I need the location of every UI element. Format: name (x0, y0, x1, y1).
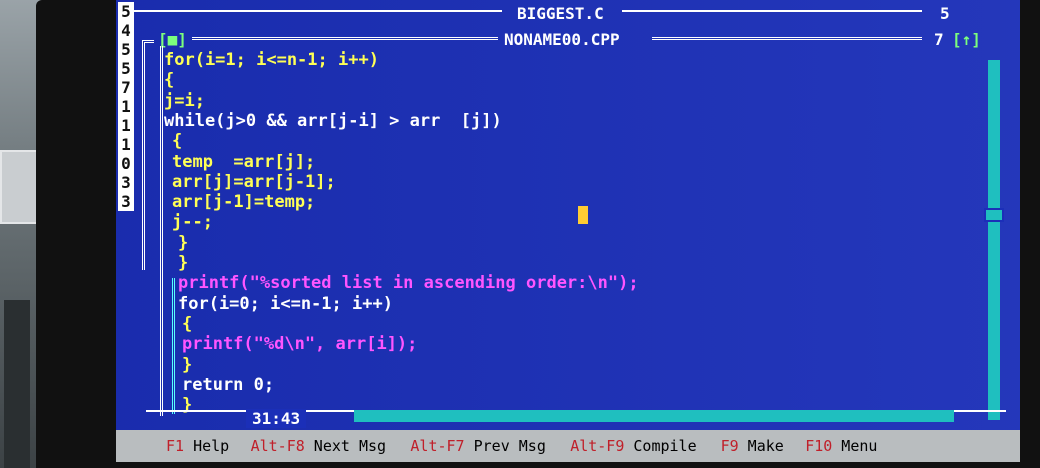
gutter-digit: 5 (121, 40, 131, 59)
status-item[interactable]: F10 Menu (805, 430, 877, 462)
code-line[interactable]: } (178, 233, 188, 253)
code-line[interactable]: for(i=0; i<=n-1; i++) (178, 294, 393, 314)
status-item[interactable]: Alt-F8 Next Msg (251, 430, 386, 462)
front-window-inner-border (172, 278, 175, 414)
code-line[interactable]: printf("%sorted list in ascending order:… (178, 273, 639, 293)
front-frame-line-right (652, 37, 922, 40)
status-hotkey: F1 (166, 437, 185, 455)
front-window-number[interactable]: 7 (934, 30, 944, 49)
status-label: Next Msg (304, 437, 387, 455)
gutter-digit: 5 (121, 2, 131, 21)
front-window-left-border (160, 46, 163, 416)
front-frame-line-left (192, 37, 498, 40)
status-label: Compile (624, 437, 697, 455)
back-frame-line-right (622, 10, 922, 12)
status-label: Prev Msg (464, 437, 546, 455)
gutter-digit: 1 (121, 135, 131, 154)
gutter-digit: 1 (121, 97, 131, 116)
code-line[interactable]: j--; (172, 212, 213, 232)
back-window-number[interactable]: 5 (940, 4, 950, 23)
back-window-title[interactable]: BIGGEST.C (517, 4, 604, 23)
back-window-gutter: 54557111033 (118, 2, 134, 211)
code-line[interactable]: { (164, 70, 174, 90)
front-window-zoom-box[interactable]: [↑] (952, 30, 981, 49)
code-line[interactable]: { (172, 131, 182, 151)
status-hotkey: F10 (805, 437, 833, 455)
back-frame-line-left (122, 10, 502, 12)
vertical-scrollbar[interactable] (988, 60, 1000, 420)
turbo-cpp-editor-screen: BIGGEST.C 5 54557111033 [■] NONAME00.CPP… (116, 0, 1020, 462)
status-label: Make (738, 437, 784, 455)
gutter-digit: 3 (121, 192, 131, 211)
status-item[interactable]: F1 Help (166, 430, 229, 462)
gutter-digit: 5 (121, 59, 131, 78)
text-cursor (578, 206, 588, 224)
code-line[interactable]: arr[j]=arr[j-1]; (172, 172, 336, 192)
status-hotkey: Alt-F7 (410, 437, 465, 455)
gutter-digit: 0 (121, 154, 131, 173)
gutter-digit: 1 (121, 116, 131, 135)
status-item[interactable]: F9 Make (721, 430, 784, 462)
code-line[interactable]: { (182, 314, 192, 334)
vertical-scroll-thumb[interactable] (984, 208, 1004, 222)
status-label: Menu (832, 437, 878, 455)
status-hotkey: Alt-F8 (250, 437, 305, 455)
desk-post (4, 300, 30, 468)
gutter-digit: 4 (121, 21, 131, 40)
code-line[interactable]: printf("%d\n", arr[i]); (182, 334, 417, 354)
cursor-position-indicator: 31:43 (246, 409, 307, 428)
status-hotkey: Alt-F9 (570, 437, 625, 455)
code-line[interactable]: return 0; (182, 375, 274, 395)
horizontal-scrollbar[interactable] (354, 410, 954, 422)
status-bar: F1 Help Alt-F8 Next Msg Alt-F7 Prev Msg Alt… (116, 430, 1020, 462)
code-line[interactable]: for(i=1; i<=n-1; i++) (164, 50, 379, 70)
code-line[interactable]: j=i; (164, 91, 205, 111)
code-line[interactable]: } (178, 253, 188, 273)
code-line[interactable]: temp =arr[j]; (172, 152, 315, 172)
status-item[interactable]: Alt-F7 Prev Msg (410, 430, 545, 462)
code-line[interactable]: while(j>0 && arr[j-i] > arr [j]) (164, 111, 502, 131)
gutter-digit: 3 (121, 173, 131, 192)
code-line[interactable]: } (182, 355, 192, 375)
status-label: Help (184, 437, 230, 455)
code-line[interactable]: arr[j-1]=temp; (172, 192, 315, 212)
status-hotkey: F9 (720, 437, 739, 455)
gutter-digit: 7 (121, 78, 131, 97)
status-item[interactable]: Alt-F9 Compile (570, 430, 696, 462)
front-window-title[interactable]: NONAME00.CPP (504, 30, 620, 49)
